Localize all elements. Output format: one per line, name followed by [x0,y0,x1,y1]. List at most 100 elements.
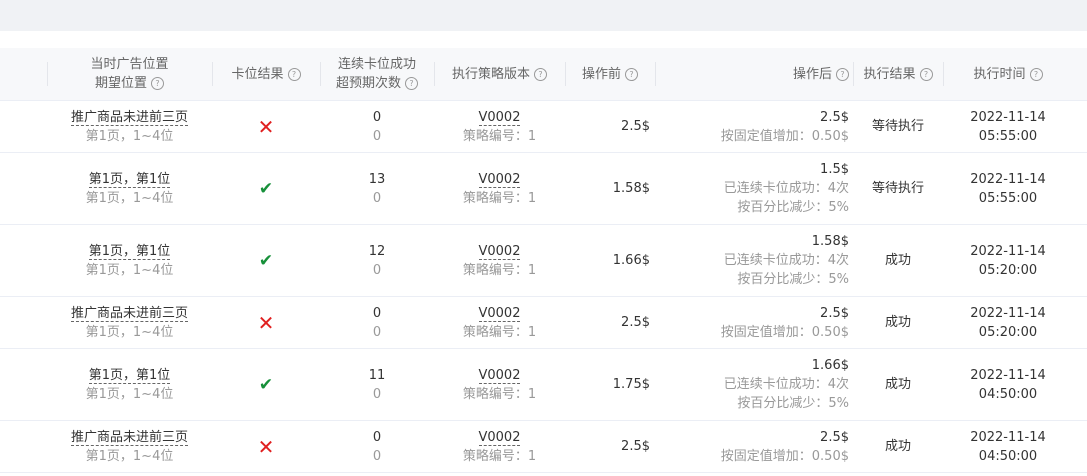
header-strategy-version-label: 执行策略版本 [451,66,530,82]
cell-card-result: ✕ [212,297,320,348]
header-exec-time: 执行时间? [943,48,1073,100]
cell-exec-result: 成功 [853,421,943,472]
strategy-log-table: 当时广告位置 期望位置? 卡位结果? 连续卡位成功 超预期次数? 执行策略版本?… [0,48,1087,473]
after-value: 2.5$ [820,305,849,321]
help-icon[interactable]: ? [287,67,301,81]
header-after: 操作后? [655,48,851,100]
cell-card-result: ✔ [212,349,320,420]
cross-icon: ✕ [257,114,275,139]
current-position[interactable]: 推广商品未进前三页 [70,305,188,322]
after-value: 1.66$ [811,358,849,373]
after-detail: 已连续卡位成功：4次 [723,253,849,268]
help-icon[interactable]: ? [151,77,164,90]
header-strategy-version: 执行策略版本? [434,48,565,100]
exceed-count: 0 [372,324,382,340]
cell-success-count: 13 0 [320,153,434,224]
exec-date: 2022-11-14 [970,429,1046,445]
after-value: 2.5$ [820,429,849,445]
cell-after: 1.5$ 已连续卡位成功：4次 按百分比减少：5% [655,153,851,224]
cell-position: 第1页，第1位 第1页，1~4位 [47,225,212,296]
strategy-version-link[interactable]: V0002 [478,243,521,260]
help-icon[interactable]: ? [405,77,418,90]
strategy-version-link[interactable]: V0002 [478,109,521,126]
after-detail: 按百分比减少：5% [737,200,849,215]
expected-position: 第1页，1~4位 [85,448,174,464]
cell-strategy-version: V0002 策略编号：1 [434,297,565,348]
strategy-version-link[interactable]: V0002 [478,367,521,384]
current-position[interactable]: 第1页，第1位 [88,171,171,188]
cell-success-count: 12 0 [320,225,434,296]
help-icon[interactable]: ? [625,67,638,81]
cell-before: 2.5$ [565,421,655,472]
cross-icon: ✕ [257,310,275,335]
before-value: 2.5$ [621,119,650,134]
header-card-result: 卡位结果? [212,48,320,100]
cell-strategy-version: V0002 策略编号：1 [434,153,565,224]
expected-position: 第1页，1~4位 [85,386,174,402]
cell-exec-time: 2022-11-14 04:50:00 [943,421,1073,472]
exceed-count: 0 [372,262,382,278]
before-value: 2.5$ [621,315,650,330]
current-position[interactable]: 推广商品未进前三页 [70,429,188,446]
before-value: 2.5$ [621,439,650,454]
cell-exec-result: 等待执行 [853,153,943,224]
cell-strategy-version: V0002 策略编号：1 [434,421,565,472]
cell-success-count: 00 [320,421,434,472]
success-count: 12 [368,243,386,259]
help-icon[interactable]: ? [534,67,547,81]
exec-date: 2022-11-14 [970,243,1046,259]
cell-position: 第1页，第1位 第1页，1~4位 [47,349,212,420]
cell-success-count: 11 0 [320,349,434,420]
exec-date: 2022-11-14 [970,367,1046,383]
cell-before: 2.5$ [565,297,655,348]
current-position[interactable]: 第1页，第1位 [88,367,171,384]
current-position[interactable]: 第1页，第1位 [88,243,171,260]
help-icon[interactable]: ? [1029,67,1043,81]
cell-before: 2.5$ [565,101,655,152]
header-exec-result: 执行结果? [853,48,943,100]
after-detail: 按固定值增加：0.50$ [720,324,849,340]
header-after-label: 操作后 [792,66,832,82]
cell-exec-time: 2022-11-14 05:20:00 [943,225,1073,296]
header-exec-time-label: 执行时间 [973,66,1026,82]
after-detail: 已连续卡位成功：4次 [723,377,849,392]
status-text: 成功 [884,253,911,268]
strategy-version-link[interactable]: V0002 [478,429,521,446]
strategy-number: 策略编号：1 [462,128,537,144]
status-text: 成功 [884,377,911,392]
status-text: 成功 [884,315,911,330]
cell-exec-time: 2022-11-14 05:55:00 [943,101,1073,152]
help-icon[interactable]: ? [836,67,849,81]
help-icon[interactable]: ? [919,67,933,81]
cell-exec-time: 2022-11-14 05:20:00 [943,297,1073,348]
exceed-count: 0 [372,448,382,464]
current-position[interactable]: 推广商品未进前三页 [70,109,188,126]
cell-exec-time: 2022-11-14 05:55:00 [943,153,1073,224]
strategy-number: 策略编号：1 [462,190,537,206]
cell-before: 1.66$ [565,225,655,296]
header-success-count: 连续卡位成功 超预期次数? [320,48,434,100]
table-row: 推广商品未进前三页 第1页，1~4位 ✕ 0 0 V0002 策略编号：1 2.5$ 2.5$ 按… [0,101,1087,153]
strategy-version-link[interactable]: V0002 [478,171,521,188]
check-icon: ✔ [258,374,274,395]
cell-success-count: 00 [320,101,434,152]
cell-success-count: 00 [320,297,434,348]
cell-exec-result: 成功 [853,297,943,348]
table-row: 第1页，第1位 第1页，1~4位 ✔ 12 0 V0002 策略编号：1 1.66$ 1.58$… [0,225,1087,297]
strategy-version-link[interactable]: V0002 [478,305,521,322]
header-success-line1: 连续卡位成功 [337,57,416,72]
cell-before: 1.75$ [565,349,655,420]
before-value: 1.75$ [612,377,650,392]
cell-position: 推广商品未进前三页 第1页，1~4位 [47,297,212,348]
exec-time: 05:20:00 [978,324,1038,340]
expected-position: 第1页，1~4位 [85,128,174,144]
after-value: 1.58$ [811,234,849,249]
cell-card-result: ✔ [212,153,320,224]
header-position-line2: 期望位置 [94,76,147,91]
cell-card-result: ✕ [212,421,320,472]
table-header: 当时广告位置 期望位置? 卡位结果? 连续卡位成功 超预期次数? 执行策略版本?… [0,48,1087,101]
header-before: 操作前? [565,48,655,100]
cell-card-result: ✕ [212,101,320,152]
status-text: 等待执行 [871,181,924,196]
header-position-line1: 当时广告位置 [90,57,169,72]
